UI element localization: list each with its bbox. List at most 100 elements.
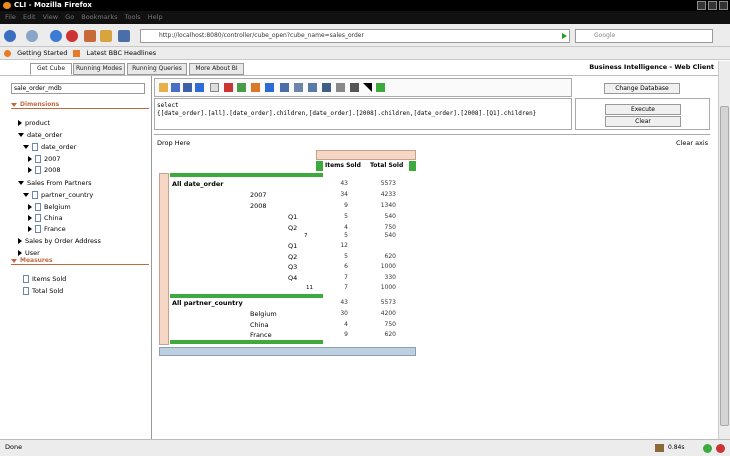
corner-arrow-icon[interactable] bbox=[363, 83, 372, 92]
minimize-button[interactable] bbox=[697, 1, 706, 10]
url-input[interactable]: http://localhost:8080/controller/cube_op… bbox=[140, 29, 570, 43]
row-label[interactable]: Belgium bbox=[250, 310, 277, 318]
tree-item-user[interactable]: User bbox=[18, 249, 40, 257]
measure-items-sold[interactable]: Items Sold bbox=[23, 274, 66, 284]
collapse-icon[interactable] bbox=[23, 145, 29, 149]
tab-get-cube[interactable]: Get Cube bbox=[30, 63, 72, 75]
row-label[interactable]: All date_order bbox=[172, 180, 224, 188]
cell-items-sold: 43 bbox=[340, 299, 348, 306]
column-axis-header[interactable] bbox=[316, 150, 416, 160]
expand-icon[interactable] bbox=[18, 238, 22, 244]
export-icon[interactable] bbox=[376, 83, 385, 92]
tree-item-sales-by-order-address[interactable]: Sales by Order Address bbox=[18, 237, 101, 245]
drill-icon[interactable] bbox=[308, 83, 317, 92]
row-label[interactable]: Q3 bbox=[288, 263, 297, 271]
expand-icon[interactable] bbox=[28, 156, 32, 162]
filter-icon[interactable] bbox=[280, 83, 289, 92]
tree-item-belgium[interactable]: Belgium bbox=[28, 203, 71, 211]
close-window-button[interactable] bbox=[719, 1, 728, 10]
bookmark-bbc-headlines[interactable]: Latest BBC Headlines bbox=[87, 49, 157, 57]
print-icon[interactable] bbox=[100, 30, 112, 42]
home-icon[interactable] bbox=[84, 30, 96, 42]
bookmark-getting-started[interactable]: Getting Started bbox=[17, 49, 67, 57]
redo-icon[interactable] bbox=[251, 83, 260, 92]
row-label[interactable]: 2008 bbox=[250, 202, 267, 210]
row-label[interactable]: China bbox=[250, 321, 269, 329]
open-icon[interactable] bbox=[159, 83, 168, 92]
drop-here-label[interactable]: Drop Here bbox=[157, 139, 190, 147]
row-label[interactable]: Q1 bbox=[288, 242, 297, 250]
collapse-icon[interactable] bbox=[11, 102, 17, 107]
change-database-button[interactable]: Change Database bbox=[604, 83, 680, 94]
save-icon[interactable] bbox=[171, 83, 180, 92]
save-as-icon[interactable] bbox=[183, 83, 192, 92]
tree-item-date-order[interactable]: date_order bbox=[18, 131, 62, 139]
row-label[interactable]: All partner_country bbox=[172, 299, 243, 307]
copy-icon[interactable] bbox=[210, 83, 219, 92]
menu-file[interactable]: File bbox=[5, 13, 16, 21]
collapse-icon[interactable] bbox=[11, 258, 17, 263]
collapse-icon[interactable] bbox=[23, 193, 29, 197]
row-label[interactable]: 7 bbox=[304, 232, 308, 240]
reload-icon[interactable] bbox=[50, 30, 62, 42]
measure-total-sold[interactable]: Total Sold bbox=[23, 286, 63, 296]
tree-item-2007[interactable]: 2007 bbox=[28, 155, 61, 163]
menu-go[interactable]: Go bbox=[65, 13, 74, 21]
search-input[interactable]: Google bbox=[575, 29, 713, 43]
expand-icon[interactable] bbox=[28, 215, 32, 221]
clear-axis-link[interactable]: Clear axis bbox=[676, 139, 708, 147]
expand-icon[interactable] bbox=[18, 250, 22, 256]
menu-edit[interactable]: Edit bbox=[23, 13, 36, 21]
row-label[interactable]: 2007 bbox=[250, 191, 267, 199]
row-axis-header[interactable] bbox=[159, 173, 169, 345]
go-icon[interactable] bbox=[562, 33, 567, 39]
menu-view[interactable]: View bbox=[43, 13, 58, 21]
column-header-total-sold[interactable]: Total Sold bbox=[370, 162, 403, 170]
tab-running-modes[interactable]: Running Modes bbox=[73, 63, 125, 75]
zoom-icon[interactable] bbox=[350, 83, 359, 92]
page-scrollbar[interactable] bbox=[718, 61, 730, 439]
download-icon[interactable] bbox=[118, 30, 130, 42]
collapse-icon[interactable] bbox=[18, 181, 24, 185]
scrollbar-thumb[interactable] bbox=[720, 106, 729, 426]
forward-icon[interactable] bbox=[26, 30, 38, 42]
mdx-query-textarea[interactable]: select {[date_order].[all].[date_order].… bbox=[154, 98, 572, 130]
clear-button[interactable]: Clear bbox=[605, 116, 681, 127]
row-label[interactable]: Q2 bbox=[288, 224, 297, 232]
tab-more-about-bi[interactable]: More About BI bbox=[189, 63, 244, 75]
sort-icon[interactable] bbox=[322, 83, 331, 92]
execute-button[interactable]: Execute bbox=[605, 104, 681, 115]
tab-running-queries[interactable]: Running Queries bbox=[127, 63, 187, 75]
collapse-icon[interactable] bbox=[18, 133, 24, 137]
chart-icon[interactable] bbox=[336, 83, 345, 92]
stop-icon[interactable] bbox=[66, 30, 78, 42]
menu-bookmarks[interactable]: Bookmarks bbox=[81, 13, 117, 21]
expand-icon[interactable] bbox=[28, 226, 32, 232]
addon-icon[interactable] bbox=[655, 444, 664, 452]
row-label[interactable]: France bbox=[250, 331, 272, 339]
column-header-items-sold[interactable]: Items Sold bbox=[325, 162, 361, 170]
swap-axes-icon[interactable] bbox=[294, 83, 303, 92]
expand-icon[interactable] bbox=[28, 204, 32, 210]
expand-icon[interactable] bbox=[28, 167, 32, 173]
arrow-icon[interactable] bbox=[265, 83, 274, 92]
tree-item-date-order-level[interactable]: date_order bbox=[23, 143, 76, 151]
tree-item-partner-country[interactable]: partner_country bbox=[23, 191, 93, 199]
row-label[interactable]: Q2 bbox=[288, 253, 297, 261]
tree-item-sales-from-partners[interactable]: Sales From Partners bbox=[18, 179, 92, 187]
tree-item-product[interactable]: product bbox=[18, 119, 50, 127]
row-label[interactable]: Q4 bbox=[288, 274, 297, 282]
undo-icon[interactable] bbox=[237, 83, 246, 92]
tree-item-china[interactable]: China bbox=[28, 214, 63, 222]
expand-icon[interactable] bbox=[18, 120, 22, 126]
maximize-button[interactable] bbox=[708, 1, 717, 10]
menu-tools[interactable]: Tools bbox=[125, 13, 141, 21]
cube-name-input[interactable]: sale_order_mdb bbox=[11, 83, 145, 94]
menu-help[interactable]: Help bbox=[148, 13, 163, 21]
tree-item-france[interactable]: France bbox=[28, 225, 66, 233]
delete-icon[interactable] bbox=[224, 83, 233, 92]
print-icon[interactable] bbox=[195, 83, 204, 92]
row-label[interactable]: Q1 bbox=[288, 213, 297, 221]
tree-item-2008[interactable]: 2008 bbox=[28, 166, 61, 174]
back-icon[interactable] bbox=[4, 30, 16, 42]
